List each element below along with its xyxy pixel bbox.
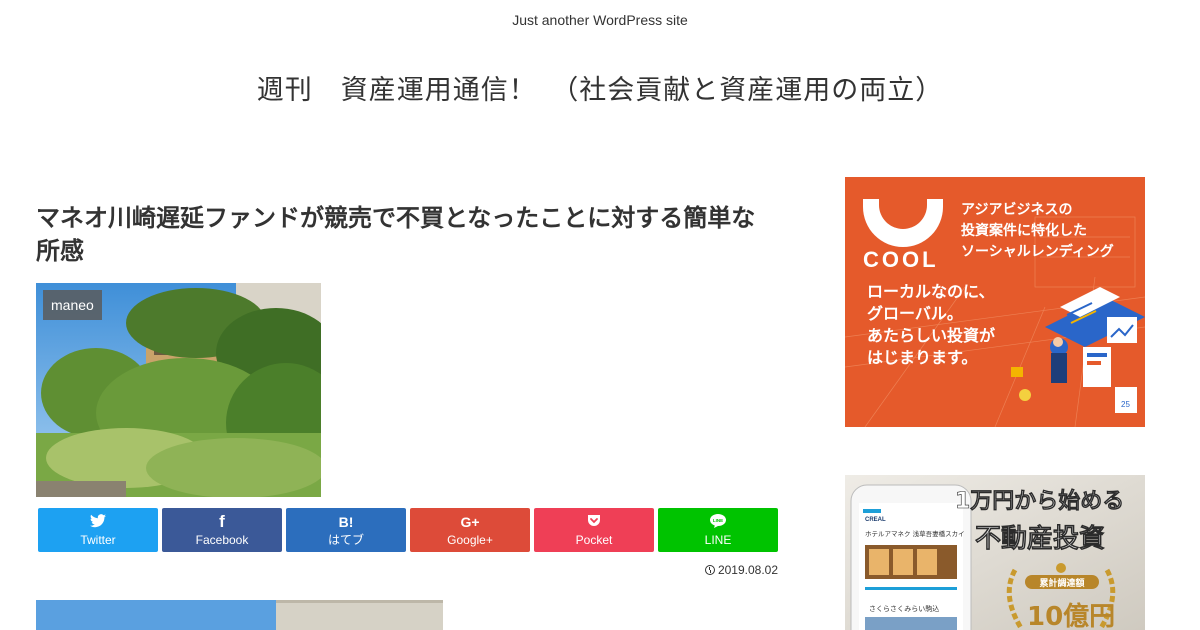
share-label: LINE: [704, 533, 732, 547]
svg-text:25: 25: [1121, 400, 1130, 409]
svg-text:1万円から始める: 1万円から始める: [955, 488, 1124, 514]
cool-banner-ad[interactable]: COOL アジアビジネスの 投資案件に特化した ソーシャルレンディング ローカル…: [845, 177, 1145, 427]
share-label: Twitter: [80, 533, 116, 547]
svg-text:はじまります。: はじまります。: [867, 348, 977, 367]
twitter-share-button[interactable]: Twitter: [38, 508, 158, 552]
pocket-share-button[interactable]: Pocket: [534, 508, 654, 552]
svg-text:ローカルなのに、: ローカルなのに、: [867, 282, 995, 301]
cool-ad-artwork: COOL アジアビジネスの 投資案件に特化した ソーシャルレンディング ローカル…: [845, 177, 1145, 427]
svg-text:投資案件に特化した: 投資案件に特化した: [961, 222, 1087, 239]
svg-text:さくらさくみらい駒込: さくらさくみらい駒込: [869, 604, 939, 613]
share-buttons: Twitter f Facebook B! はてブ G+ Google+ Poc…: [38, 508, 780, 553]
article-title[interactable]: マネオ川崎遅延ファンドが競売で不買となったことに対する簡単な所感: [36, 202, 776, 268]
google-plus-icon: G+: [460, 514, 480, 530]
hatena-bookmark-icon: B!: [338, 514, 354, 530]
post-date: 2019.08.02: [640, 563, 778, 577]
svg-text:グローバル。: グローバル。: [867, 304, 963, 323]
svg-text:累計調達額: 累計調達額: [1039, 577, 1084, 589]
article-body-image[interactable]: [36, 600, 443, 630]
svg-text:CREAL: CREAL: [865, 517, 886, 523]
smartphone-mockup: CREAL ホテルアマネク 浅草吾妻橋スカイ さくらさくみらい駒込: [850, 484, 972, 630]
site-tagline: Just another WordPress site: [512, 12, 688, 28]
pocket-icon: [534, 508, 654, 530]
eyecatch-image[interactable]: maneo: [36, 283, 321, 497]
svg-text:不動産投資: 不動産投資: [975, 523, 1105, 554]
share-label: はてブ: [327, 533, 364, 547]
svg-text:あたらしい投資が: あたらしい投資が: [867, 326, 995, 345]
hatena-share-button[interactable]: B! はてブ: [286, 508, 406, 552]
svg-text:アジアビジネスの: アジアビジネスの: [961, 202, 1072, 218]
svg-text:ホテルアマネク 浅草吾妻橋スカイ: ホテルアマネク 浅草吾妻橋スカイ: [865, 529, 965, 538]
twitter-bird-icon: [38, 508, 158, 530]
clock-icon: [704, 565, 715, 575]
share-label: Pocket: [575, 533, 613, 547]
crown-icon: [1056, 563, 1066, 573]
svg-text:10億円: 10億円: [1027, 602, 1115, 630]
post-date-text: 2019.08.02: [717, 563, 778, 577]
category-label[interactable]: maneo: [43, 290, 102, 320]
svg-text:LINE: LINE: [713, 518, 723, 523]
line-share-button[interactable]: LINE LINE: [658, 508, 778, 552]
share-label: Facebook: [195, 533, 249, 547]
cool-brand-text: COOL: [863, 247, 939, 272]
facebook-share-button[interactable]: f Facebook: [162, 508, 282, 552]
site-title[interactable]: 週刊 資産運用通信！ （社会貢献と資産運用の両立）: [0, 68, 1200, 107]
svg-text:ソーシャルレンディング: ソーシャルレンディング: [961, 243, 1114, 260]
hillside-photo-2: [36, 600, 443, 630]
creal-banner-ad[interactable]: CREAL ホテルアマネク 浅草吾妻橋スカイ さくらさくみらい駒込 1万円から始…: [845, 475, 1145, 630]
line-icon: LINE: [658, 508, 778, 530]
facebook-icon: f: [219, 512, 225, 531]
creal-ad-artwork: CREAL ホテルアマネク 浅草吾妻橋スカイ さくらさくみらい駒込 1万円から始…: [845, 475, 1145, 630]
share-label: Google+: [447, 533, 493, 547]
googleplus-share-button[interactable]: G+ Google+: [410, 508, 530, 552]
